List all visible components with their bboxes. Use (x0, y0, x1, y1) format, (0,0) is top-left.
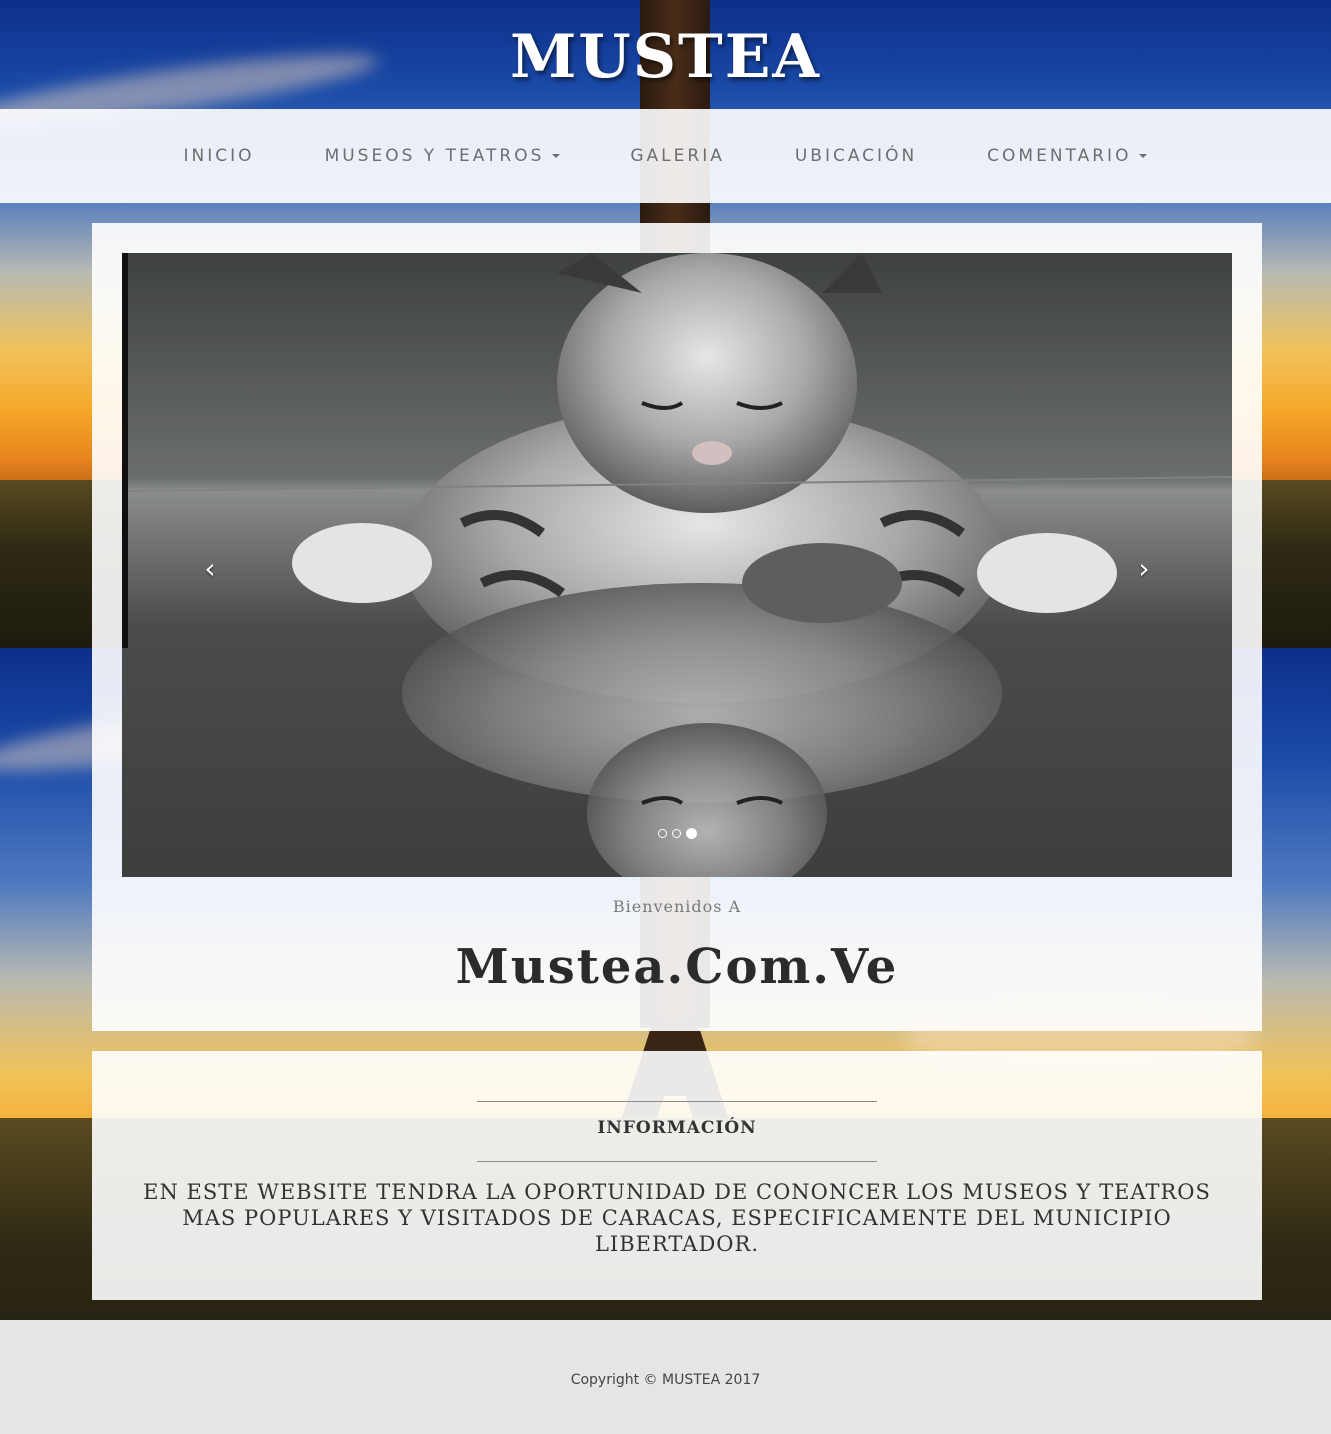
nav-item-label: MUSEOS Y TEATROS (324, 146, 545, 166)
nav-item-museos-y-teatros[interactable]: MUSEOS Y TEATROS (290, 146, 596, 166)
carousel-indicators (122, 828, 1232, 839)
footer: Copyright © MUSTEA 2017 (0, 1320, 1331, 1434)
copyright-text: Copyright © MUSTEA 2017 (570, 1372, 761, 1388)
site-title: MUSTEA (509, 22, 821, 92)
welcome-subtitle: Bienvenidos A (612, 897, 742, 916)
carousel-slide-image (122, 253, 1232, 877)
carousel-next-control[interactable]: › (1124, 549, 1164, 589)
nav-item-comentario[interactable]: COMENTARIO (952, 146, 1182, 166)
caret-down-icon (1139, 154, 1148, 158)
nav-item-inicio[interactable]: INICIO (149, 146, 290, 166)
nav-list: INICIO MUSEOS Y TEATROS GALERIA UBICACIÓ… (0, 109, 1331, 203)
carousel-indicator-active[interactable] (685, 828, 697, 839)
carousel-indicator[interactable] (657, 829, 667, 838)
main-navbar: INICIO MUSEOS Y TEATROS GALERIA UBICACIÓ… (0, 109, 1331, 203)
nav-item-label: UBICACIÓN (794, 146, 918, 166)
info-panel: INFORMACIÓN EN ESTE WEBSITE TENDRA LA OP… (92, 1051, 1262, 1300)
nav-item-label: INICIO (183, 146, 255, 166)
caret-down-icon (552, 154, 561, 158)
carousel-indicator[interactable] (671, 829, 681, 838)
carousel-prev-control[interactable]: ‹ (190, 549, 230, 589)
welcome-panel: ‹ › Bienvenidos A Mustea.Com.Ve (92, 223, 1262, 1031)
info-text: EN ESTE WEBSITE TENDRA LA OPORTUNIDAD DE… (143, 1180, 1211, 1256)
welcome-title: Mustea.Com.Ve (455, 939, 899, 995)
divider (477, 1101, 877, 1102)
info-heading: INFORMACIÓN (597, 1118, 757, 1138)
image-carousel[interactable]: ‹ › (122, 253, 1232, 877)
divider (477, 1161, 877, 1162)
nav-item-ubicacion[interactable]: UBICACIÓN (760, 146, 952, 166)
nav-item-label: COMENTARIO (987, 146, 1132, 166)
nav-item-label: GALERIA (630, 146, 725, 166)
nav-item-galeria[interactable]: GALERIA (595, 146, 759, 166)
